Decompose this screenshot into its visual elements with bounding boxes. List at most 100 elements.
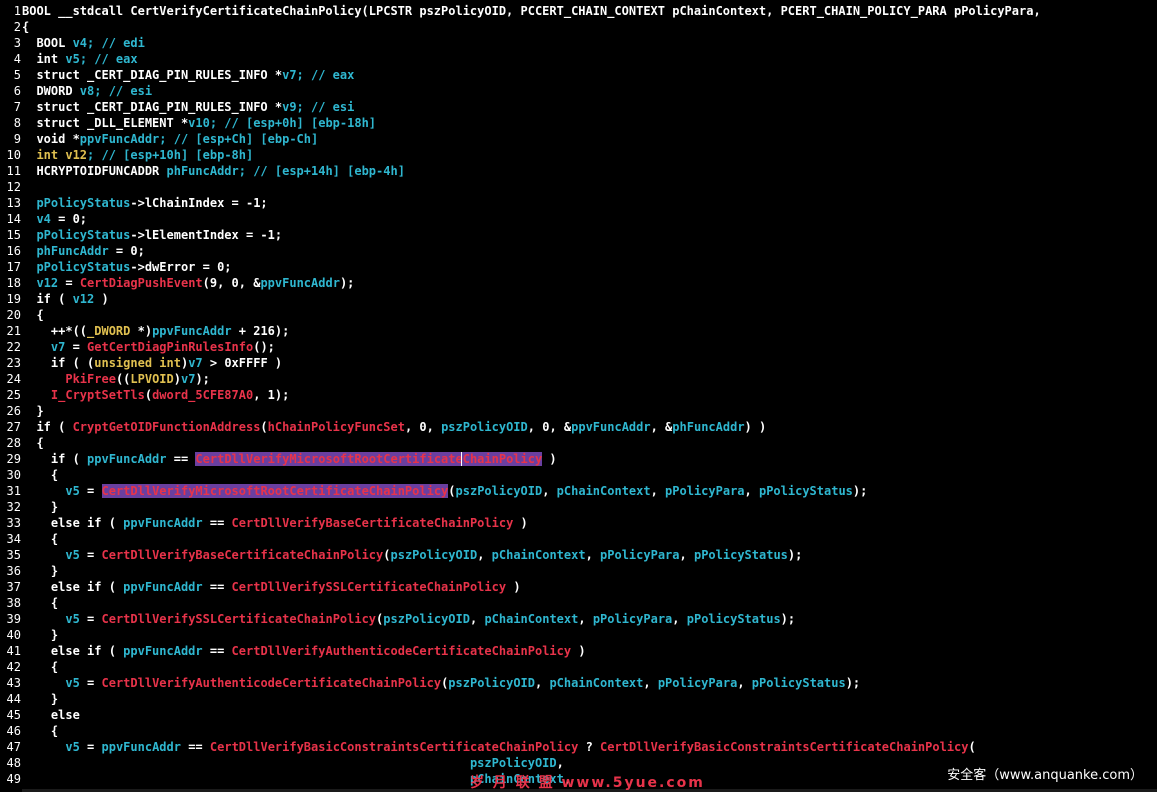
code-token: , (469, 612, 485, 626)
code-text: { (21, 435, 44, 451)
code-line[interactable]: 19 if ( v12 ) (0, 291, 1157, 307)
code-line[interactable]: 32 } (0, 499, 1157, 515)
code-line[interactable]: 13 pPolicyStatus->lChainIndex = -1; (0, 195, 1157, 211)
code-token: ); (195, 372, 210, 386)
code-token: , 0, & (527, 420, 572, 434)
code-token: = (79, 484, 102, 498)
line-number: 13 (6, 196, 21, 210)
code-line[interactable]: 45 else (0, 707, 1157, 723)
code-line[interactable]: 5 struct _CERT_DIAG_PIN_RULES_INFO *v7; … (0, 67, 1157, 83)
code-line[interactable]: 8 struct _DLL_ELEMENT *v10; // [esp+0h] … (0, 115, 1157, 131)
pseudocode-view[interactable]: 1BOOL __stdcall CertVerifyCertificateCha… (0, 0, 1157, 792)
code-line[interactable]: 11 HCRYPTOIDFUNCADDR phFuncAddr; // [esp… (0, 163, 1157, 179)
code-line[interactable]: 9 void *ppvFuncAddr; // [esp+Ch] [ebp-Ch… (0, 131, 1157, 147)
code-line[interactable]: 10 int v12; // [esp+10h] [ebp-8h] (0, 147, 1157, 163)
code-text: { (21, 307, 43, 323)
code-line[interactable]: 18 v12 = CertDiagPushEvent(9, 0, &ppvFun… (0, 275, 1157, 291)
code-line[interactable]: 14 v4 = 0; (0, 211, 1157, 227)
code-line[interactable]: 21 ++*((_DWORD *)ppvFuncAddr + 216); (0, 323, 1157, 339)
line-number: 42 (6, 660, 21, 674)
code-line[interactable]: 28 { (0, 435, 1157, 451)
code-line[interactable]: 26 } (0, 403, 1157, 419)
code-token: == (202, 580, 232, 594)
code-token: , (535, 676, 550, 690)
code-token: { (22, 436, 44, 450)
code-token: , (679, 548, 694, 562)
code-line[interactable]: 31 v5 = CertDllVerifyMicrosoftRootCertif… (0, 483, 1157, 499)
code-text: if ( v12 ) (21, 291, 108, 307)
code-token: , (672, 612, 687, 626)
code-line[interactable]: 29 if ( ppvFuncAddr == CertDllVerifyMicr… (0, 451, 1157, 467)
code-line[interactable]: 42 { (0, 659, 1157, 675)
code-text: pPolicyStatus->lChainIndex = -1; (21, 195, 267, 211)
code-line[interactable]: 47 v5 = ppvFuncAddr == CertDllVerifyBasi… (0, 739, 1157, 755)
code-token: if ( (22, 452, 88, 466)
code-line[interactable]: 44 } (0, 691, 1157, 707)
code-line[interactable]: 24 PkiFree((LPVOID)v7); (0, 371, 1157, 387)
code-line[interactable]: 6 DWORD v8; // esi (0, 83, 1157, 99)
code-line[interactable]: 7 struct _CERT_DIAG_PIN_RULES_INFO *v9; … (0, 99, 1157, 115)
code-line[interactable]: 33 else if ( ppvFuncAddr == CertDllVerif… (0, 515, 1157, 531)
code-text: BOOL __stdcall CertVerifyCertificateChai… (21, 3, 1041, 19)
code-token: CertDllVerifySSLCertificateChainPolicy (101, 612, 377, 626)
code-token: { (22, 724, 59, 738)
code-token: ); (780, 612, 796, 626)
code-text: struct _CERT_DIAG_PIN_RULES_INFO *v7; //… (21, 67, 354, 83)
line-number: 4 (13, 52, 21, 66)
code-text: BOOL v4; // edi (21, 35, 145, 51)
code-text: void *ppvFuncAddr; // [esp+Ch] [ebp-Ch] (21, 131, 318, 147)
code-token: ? (578, 740, 601, 754)
code-line[interactable]: 4 int v5; // eax (0, 51, 1157, 67)
code-line[interactable]: 20 { (0, 307, 1157, 323)
code-line[interactable]: 27 if ( CryptGetOIDFunctionAddress(hChai… (0, 419, 1157, 435)
code-line[interactable]: 41 else if ( ppvFuncAddr == CertDllVerif… (0, 643, 1157, 659)
code-line[interactable]: 17 pPolicyStatus->dwError = 0; (0, 259, 1157, 275)
code-line[interactable]: 12 (0, 179, 1157, 195)
code-line[interactable]: 39 v5 = CertDllVerifySSLCertificateChain… (0, 611, 1157, 627)
line-number: 19 (6, 292, 21, 306)
code-token: ; // edi (87, 36, 145, 50)
code-token: phFuncAddr (166, 164, 239, 178)
code-token: v5 (65, 612, 80, 626)
code-token: v7 (50, 340, 66, 354)
code-token: == (202, 516, 232, 530)
code-line[interactable]: 22 v7 = GetCertDiagPinRulesInfo(); (0, 339, 1157, 355)
line-number: 2 (13, 20, 21, 34)
line-number: 9 (13, 132, 21, 146)
code-line[interactable]: 2{ (0, 19, 1157, 35)
code-line[interactable]: 40 } (0, 627, 1157, 643)
code-text: } (21, 627, 58, 643)
code-line[interactable]: 3 BOOL v4; // edi (0, 35, 1157, 51)
line-number: 46 (6, 724, 21, 738)
code-line[interactable]: 30 { (0, 467, 1157, 483)
code-line[interactable]: 37 else if ( ppvFuncAddr == CertDllVerif… (0, 579, 1157, 595)
code-line[interactable]: 15 pPolicyStatus->lElementIndex = -1; (0, 227, 1157, 243)
code-line[interactable]: 38 { (0, 595, 1157, 611)
code-line[interactable]: 36 } (0, 563, 1157, 579)
code-token: ) ) (744, 420, 767, 434)
code-line[interactable]: 46 { (0, 723, 1157, 739)
code-token: pPolicyPara (600, 548, 680, 562)
code-token: = (79, 676, 102, 690)
code-line[interactable]: 35 v5 = CertDllVerifyBaseCertificateChai… (0, 547, 1157, 563)
code-token: == (180, 740, 210, 754)
code-token: pPolicyStatus (758, 484, 853, 498)
code-token: ; // [esp+10h] [ebp-8h] (87, 148, 254, 162)
code-line[interactable]: 43 v5 = CertDllVerifyAuthenticodeCertifi… (0, 675, 1157, 691)
code-token: ( (260, 420, 268, 434)
code-text: } (21, 499, 58, 515)
code-line[interactable]: 23 if ( (unsigned int)v7 > 0xFFFF ) (0, 355, 1157, 371)
code-line[interactable]: 1BOOL __stdcall CertVerifyCertificateCha… (0, 3, 1157, 19)
code-text: v5 = ppvFuncAddr == CertDllVerifyBasicCo… (21, 739, 975, 755)
code-token: LPVOID (130, 372, 174, 386)
code-line[interactable]: 25 I_CryptSetTls(dword_5CFE87A0, 1); (0, 387, 1157, 403)
code-line[interactable]: 16 phFuncAddr = 0; (0, 243, 1157, 259)
code-line[interactable]: 34 { (0, 531, 1157, 547)
code-token: == (202, 644, 232, 658)
line-number: 31 (6, 484, 21, 498)
code-text: HCRYPTOIDFUNCADDR phFuncAddr; // [esp+14… (21, 163, 404, 179)
